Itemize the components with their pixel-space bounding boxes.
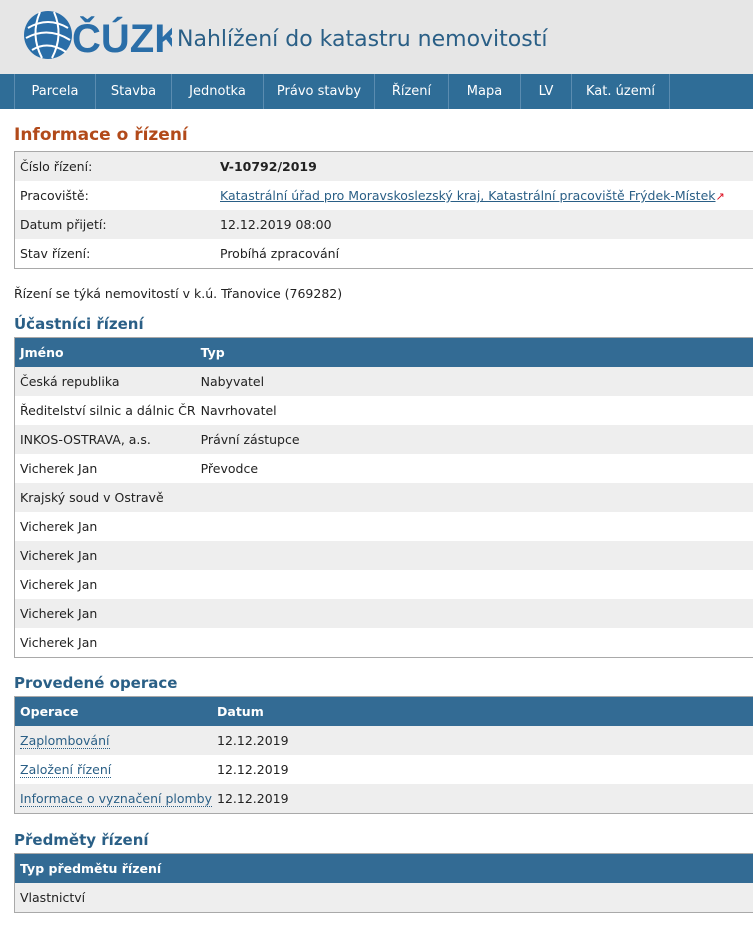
info-table: Číslo řízení: V-10792/2019 Pracoviště: K… — [14, 151, 753, 269]
col-datum: Datum — [212, 696, 753, 726]
table-row: Informace o vyznačení plomby 12.12.2019 — [14, 784, 753, 814]
table-row: Datum přijetí: 12.12.2019 08:00 — [14, 210, 753, 239]
table-row: Česká republika Nabyvatel — [14, 367, 753, 396]
col-typ: Typ — [195, 337, 753, 367]
operation-link[interactable]: Informace o vyznačení plomby — [20, 791, 213, 807]
nav-pravo-stavby[interactable]: Právo stavby — [264, 74, 375, 109]
value-pracoviste: Katastrální úřad pro Moravskoslezský kra… — [215, 181, 753, 210]
operation-link[interactable]: Zaplombování — [20, 733, 110, 749]
pracoviste-link[interactable]: Katastrální úřad pro Moravskoslezský kra… — [220, 188, 716, 203]
table-row: Vicherek Jan — [14, 570, 753, 599]
table-row: Vicherek Jan Převodce — [14, 454, 753, 483]
operation-cell: Informace o vyznačení plomby — [14, 784, 213, 814]
participant-name: Ředitelství silnic a dálnic ČR — [14, 396, 196, 425]
table-row: Vicherek Jan — [14, 512, 753, 541]
value-datum-prijeti: 12.12.2019 08:00 — [215, 210, 753, 239]
subjects-heading: Předměty řízení — [14, 831, 149, 849]
operation-date: 12.12.2019 — [212, 755, 753, 784]
participant-type — [195, 599, 753, 628]
participants-heading: Účastníci řízení — [14, 315, 144, 333]
value-stav-rizeni: Probíhá zpracování — [215, 239, 753, 269]
table-row: Vicherek Jan — [14, 628, 753, 658]
participant-name: Vicherek Jan — [14, 541, 196, 570]
operation-cell: Založení řízení — [14, 755, 213, 784]
main-nav: Parcela Stavba Jednotka Právo stavby Říz… — [0, 74, 753, 109]
participant-name: Vicherek Jan — [14, 628, 196, 658]
nav-lv[interactable]: LV — [521, 74, 572, 109]
table-row: Krajský soud v Ostravě — [14, 483, 753, 512]
col-typ-predmetu: Typ předmětu řízení — [14, 853, 753, 883]
table-row: Ředitelství silnic a dálnic ČR Navrhovate… — [14, 396, 753, 425]
nav-jednotka[interactable]: Jednotka — [172, 74, 264, 109]
participant-name: Vicherek Jan — [14, 454, 196, 483]
logo-text: ČÚZK — [72, 15, 172, 61]
participant-name: Vicherek Jan — [14, 599, 196, 628]
participant-name: Krajský soud v Ostravě — [14, 483, 196, 512]
operations-table: Operace Datum Zaplombování 12.12.2019 Zal… — [14, 696, 753, 814]
table-row: INKOS-OSTRAVA, a.s. Právní zástupce — [14, 425, 753, 454]
table-row: Vicherek Jan — [14, 541, 753, 570]
operations-heading: Provedené operace — [14, 674, 178, 692]
table-row: Pracoviště: Katastrální úřad pro Moravsk… — [14, 181, 753, 210]
site-title: Nahlížení do katastru nemovitostí — [177, 27, 548, 52]
nav-parcela[interactable]: Parcela — [14, 74, 96, 109]
operation-date: 12.12.2019 — [212, 726, 753, 755]
participant-name: INKOS-OSTRAVA, a.s. — [14, 425, 196, 454]
participant-name: Vicherek Jan — [14, 570, 196, 599]
participants-table: Jméno Typ Česká republika Nabyvatel Ředit… — [14, 337, 753, 658]
value-cislo-rizeni: V-10792/2019 — [215, 151, 753, 181]
operation-link[interactable]: Založení řízení — [20, 762, 112, 778]
participant-type: Navrhovatel — [195, 396, 753, 425]
subjects-table: Typ předmětu řízení Vlastnictví — [14, 853, 753, 913]
nav-kat-uzemi[interactable]: Kat. území — [572, 74, 670, 109]
participant-type: Nabyvatel — [195, 367, 753, 396]
table-row: Zaplombování 12.12.2019 — [14, 726, 753, 755]
participant-name: Vicherek Jan — [14, 512, 196, 541]
col-jmeno: Jméno — [14, 337, 196, 367]
participant-type — [195, 541, 753, 570]
table-row: Číslo řízení: V-10792/2019 — [14, 151, 753, 181]
operation-cell: Zaplombování — [14, 726, 213, 755]
label-cislo-rizeni: Číslo řízení: — [14, 151, 215, 181]
table-row: Založení řízení 12.12.2019 — [14, 755, 753, 784]
nav-rizeni[interactable]: Řízení — [375, 74, 449, 109]
property-note: Řízení se týká nemovitostí v k.ú. Třanov… — [14, 286, 343, 301]
participant-type — [195, 628, 753, 658]
label-stav-rizeni: Stav řízení: — [14, 239, 215, 269]
table-row: Vlastnictví — [14, 883, 753, 913]
col-operace: Operace — [14, 696, 213, 726]
participant-type: Právní zástupce — [195, 425, 753, 454]
site-header: ČÚZK Nahlížení do katastru nemovitostí — [0, 0, 753, 74]
external-link-icon: ↗ — [715, 190, 725, 203]
participant-type — [195, 512, 753, 541]
participant-type — [195, 483, 753, 512]
nav-stavba[interactable]: Stavba — [96, 74, 172, 109]
operation-date: 12.12.2019 — [212, 784, 753, 814]
participant-type: Převodce — [195, 454, 753, 483]
subject-type: Vlastnictví — [14, 883, 753, 913]
participant-type — [195, 570, 753, 599]
table-row: Vicherek Jan — [14, 599, 753, 628]
nav-mapa[interactable]: Mapa — [449, 74, 521, 109]
cuzk-logo[interactable]: ČÚZK — [22, 8, 172, 62]
label-datum-prijeti: Datum přijetí: — [14, 210, 215, 239]
table-row: Stav řízení: Probíhá zpracování — [14, 239, 753, 269]
page-title: Informace o řízení — [14, 125, 188, 145]
participant-name: Česká republika — [14, 367, 196, 396]
label-pracoviste: Pracoviště: — [14, 181, 215, 210]
